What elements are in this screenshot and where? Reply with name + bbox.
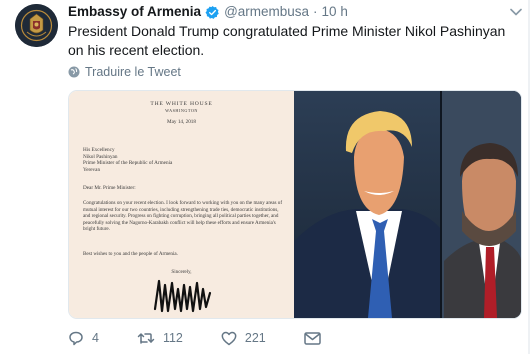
direct-message-button[interactable] xyxy=(304,331,329,345)
timestamp[interactable]: 10 h xyxy=(322,3,348,21)
translate-label: Traduire le Tweet xyxy=(85,65,181,79)
heart-icon xyxy=(221,331,237,345)
avatar[interactable] xyxy=(15,4,58,47)
letter-address-line: His Excellency xyxy=(83,147,115,153)
retweet-button[interactable]: 112 xyxy=(137,331,183,345)
letter-body: Congratulations on your recent election.… xyxy=(83,200,283,232)
tweet[interactable]: Embassy of Armenia @armembusa · 10 h Pre… xyxy=(0,0,530,354)
leaders-photo-graphic xyxy=(294,91,521,318)
like-button[interactable]: 221 xyxy=(221,331,266,346)
letter-address-line: Yerevan xyxy=(83,166,101,173)
embassy-emblem-icon xyxy=(15,4,58,47)
letter-city: WASHINGTON xyxy=(165,108,198,113)
handle[interactable]: @armembusa xyxy=(224,3,309,21)
tweet-text: President Donald Trump congratulated Pri… xyxy=(68,23,506,58)
like-count: 221 xyxy=(244,331,266,345)
letter-heading: THE WHITE HOUSE xyxy=(150,101,213,107)
leaders-photo[interactable] xyxy=(294,91,521,318)
display-name[interactable]: Embassy of Armenia xyxy=(68,3,201,21)
letter-closing: Best wishes to you and the people of Arm… xyxy=(83,251,178,257)
separator-dot: · xyxy=(313,4,318,19)
letter-date: May 14, 2018 xyxy=(167,119,196,125)
chevron-down-icon[interactable] xyxy=(510,7,522,17)
envelope-icon xyxy=(304,331,321,345)
letter-address-line: Prime Minister of the Republic of Armeni… xyxy=(83,160,173,167)
tweet-actions: 4 112 221 xyxy=(68,329,508,347)
translate-tweet-link[interactable]: Traduire le Tweet xyxy=(68,65,181,79)
tweet-header: Embassy of Armenia @armembusa · 10 h xyxy=(68,3,348,21)
retweet-count: 112 xyxy=(162,331,183,345)
letter-image[interactable]: THE WHITE HOUSE WASHINGTON May 14, 2018 … xyxy=(69,91,294,318)
reply-icon xyxy=(69,331,83,346)
retweet-icon xyxy=(137,333,155,344)
globe-icon xyxy=(68,66,80,78)
reply-count: 4 xyxy=(92,331,99,345)
tweet-media[interactable]: THE WHITE HOUSE WASHINGTON May 14, 2018 … xyxy=(68,90,522,319)
letter-address: His Excellency Nikol Pashinyan Prime Min… xyxy=(83,147,283,173)
reply-button[interactable]: 4 xyxy=(68,330,99,346)
verified-badge-icon xyxy=(205,5,219,19)
letter-salutation: Dear Mr. Prime Minister: xyxy=(83,185,136,191)
signature-graphic xyxy=(153,279,212,313)
